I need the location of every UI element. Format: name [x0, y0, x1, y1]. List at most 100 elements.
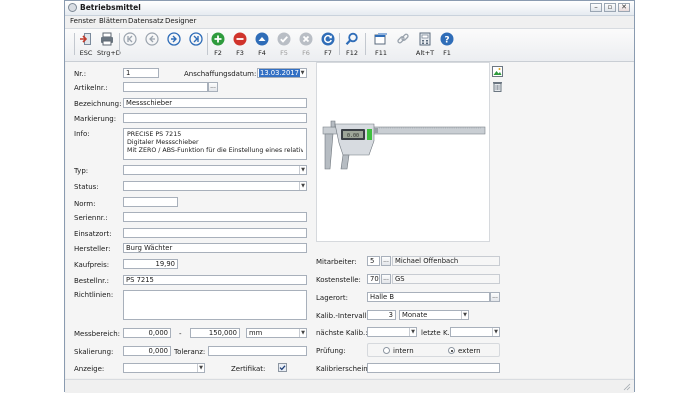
radio-extern[interactable] [448, 347, 455, 354]
windows-icon [374, 33, 387, 45]
lagerort-lookup-button[interactable]: ... [490, 292, 500, 302]
alttab-button[interactable]: Alt+T [415, 32, 435, 60]
windows-button[interactable]: F11 [371, 32, 391, 60]
kalib-unit-select[interactable]: Monate ▼ [399, 310, 469, 320]
norm-field[interactable] [123, 197, 178, 207]
toleranz-field[interactable] [208, 346, 307, 356]
minimize-button[interactable]: – [590, 3, 602, 12]
kostenstelle-id-field[interactable]: 700 [367, 274, 380, 284]
radio-extern-label: extern [458, 347, 481, 355]
chevron-down-icon: ▼ [299, 182, 306, 190]
zertifikat-checkbox[interactable] [278, 363, 287, 372]
info-label: Info: [74, 130, 90, 138]
kalib-intervall-field[interactable]: 3 [367, 310, 396, 320]
letzte-k-label: letzte K.: [421, 329, 453, 337]
calculator-icon [419, 32, 431, 46]
kaufpreis-field[interactable]: 19,90 [123, 259, 178, 269]
trash-icon[interactable] [492, 81, 503, 92]
picture-icon[interactable] [492, 66, 503, 77]
help-label: F1 [443, 49, 451, 57]
help-button[interactable]: ? F1 [437, 32, 457, 60]
radio-intern-label: intern [393, 347, 414, 355]
letzte-k-field[interactable]: ▼ [450, 327, 500, 337]
status-select[interactable]: ▼ [123, 181, 307, 191]
status-bar [65, 379, 634, 393]
typ-select[interactable]: ▼ [123, 165, 307, 175]
anschaffungsdatum-field[interactable]: 13.03.2017 ▼ [257, 68, 307, 78]
einsatzort-field[interactable] [123, 228, 307, 238]
naechste-kalib-field[interactable]: ▼ [367, 327, 417, 337]
lagerort-label: Lagerort: [316, 294, 348, 302]
windows-label: F11 [374, 49, 387, 57]
richtlinien-textarea[interactable] [123, 290, 307, 320]
kostenstelle-lookup-button[interactable]: ... [381, 274, 391, 284]
info-textarea[interactable]: PRECISE PS 7215 Digitaler Messschieber M… [123, 128, 307, 160]
toolbar: ESC Strg+D F2 F3 F4 F5 F6 F7 F12 F11 Alt… [65, 28, 634, 62]
bestellnr-field[interactable]: PS 7215 [123, 275, 307, 285]
artikelnr-lookup-button[interactable]: ... [208, 82, 218, 92]
delete-icon [233, 32, 247, 46]
previous-record-button[interactable] [142, 32, 162, 60]
first-record-button[interactable] [120, 32, 140, 60]
info-line: Digitaler Messschieber [127, 139, 199, 146]
resize-grip-icon[interactable] [623, 383, 631, 391]
new-button[interactable]: F2 [208, 32, 228, 60]
print-button[interactable]: Strg+D [97, 32, 121, 60]
artikelnr-label: Artikelnr.: [74, 84, 108, 92]
seriennr-field[interactable] [123, 212, 307, 222]
anzeige-label: Anzeige: [74, 365, 105, 373]
pruefung-label: Prüfung: [316, 347, 346, 355]
menu-fenster[interactable]: Fenster [70, 17, 96, 25]
messbereich-separator: - [179, 330, 182, 338]
anzeige-select[interactable]: ▼ [123, 363, 205, 373]
cancel-button[interactable]: F6 [296, 32, 316, 60]
previous-record-icon [145, 32, 159, 46]
delete-button[interactable]: F3 [230, 32, 250, 60]
chevron-down-icon: ▼ [299, 166, 306, 174]
messbereich-from-field[interactable]: 0,000 [123, 328, 171, 338]
unit-value: mm [249, 329, 263, 337]
menu-designer[interactable]: Designer [165, 17, 196, 25]
chevron-down-icon: ▼ [409, 328, 416, 336]
search-label: F12 [345, 49, 358, 57]
artikelnr-field[interactable] [123, 82, 208, 92]
caliper-image: 0.00 [322, 120, 486, 170]
calendar-dropdown-icon[interactable]: ▼ [299, 69, 306, 77]
messbereich-to-field[interactable]: 150,000 [190, 328, 240, 338]
lagerort-field[interactable]: Halle B [367, 292, 490, 302]
hersteller-field[interactable]: Burg Wächter [123, 243, 307, 253]
menu-bar: Fenster Blättern Datensatz Designer [65, 16, 634, 27]
unit-select[interactable]: mm ▼ [246, 328, 307, 338]
edit-button[interactable]: F4 [252, 32, 272, 60]
last-record-button[interactable] [186, 32, 206, 60]
search-icon [345, 32, 358, 46]
link-button[interactable] [393, 32, 413, 60]
toleranz-label: Toleranz: [174, 348, 206, 356]
refresh-button[interactable]: F7 [318, 32, 338, 60]
hersteller-label: Hersteller: [74, 245, 111, 253]
kalibrierschein-field[interactable] [367, 363, 500, 373]
cancel-label: F6 [302, 49, 310, 57]
refresh-icon [321, 32, 335, 46]
toolbar-separator [339, 33, 340, 55]
radio-intern[interactable] [383, 347, 390, 354]
save-button[interactable]: F5 [274, 32, 294, 60]
new-label: F2 [214, 49, 222, 57]
next-record-button[interactable] [164, 32, 184, 60]
check-icon [277, 32, 291, 46]
nr-field[interactable]: 1 [123, 68, 159, 78]
skalierung-field[interactable]: 0,000 [123, 346, 171, 356]
mitarbeiter-lookup-button[interactable]: ... [381, 256, 391, 266]
bezeichnung-field[interactable]: Messschieber [123, 98, 307, 108]
restore-button[interactable]: ▫ [604, 3, 616, 12]
svg-text:0.00: 0.00 [347, 133, 359, 139]
search-button[interactable]: F12 [342, 32, 362, 60]
mitarbeiter-id-field[interactable]: 5 [367, 256, 380, 266]
close-button[interactable]: ✕ [618, 3, 630, 12]
kostenstelle-name-field: GS [392, 274, 500, 284]
esc-button[interactable]: ESC [76, 32, 96, 60]
menu-blaettern[interactable]: Blättern [99, 17, 127, 25]
markierung-field[interactable] [123, 113, 307, 123]
menu-datensatz[interactable]: Datensatz [128, 17, 164, 25]
print-label: Strg+D [97, 49, 121, 57]
